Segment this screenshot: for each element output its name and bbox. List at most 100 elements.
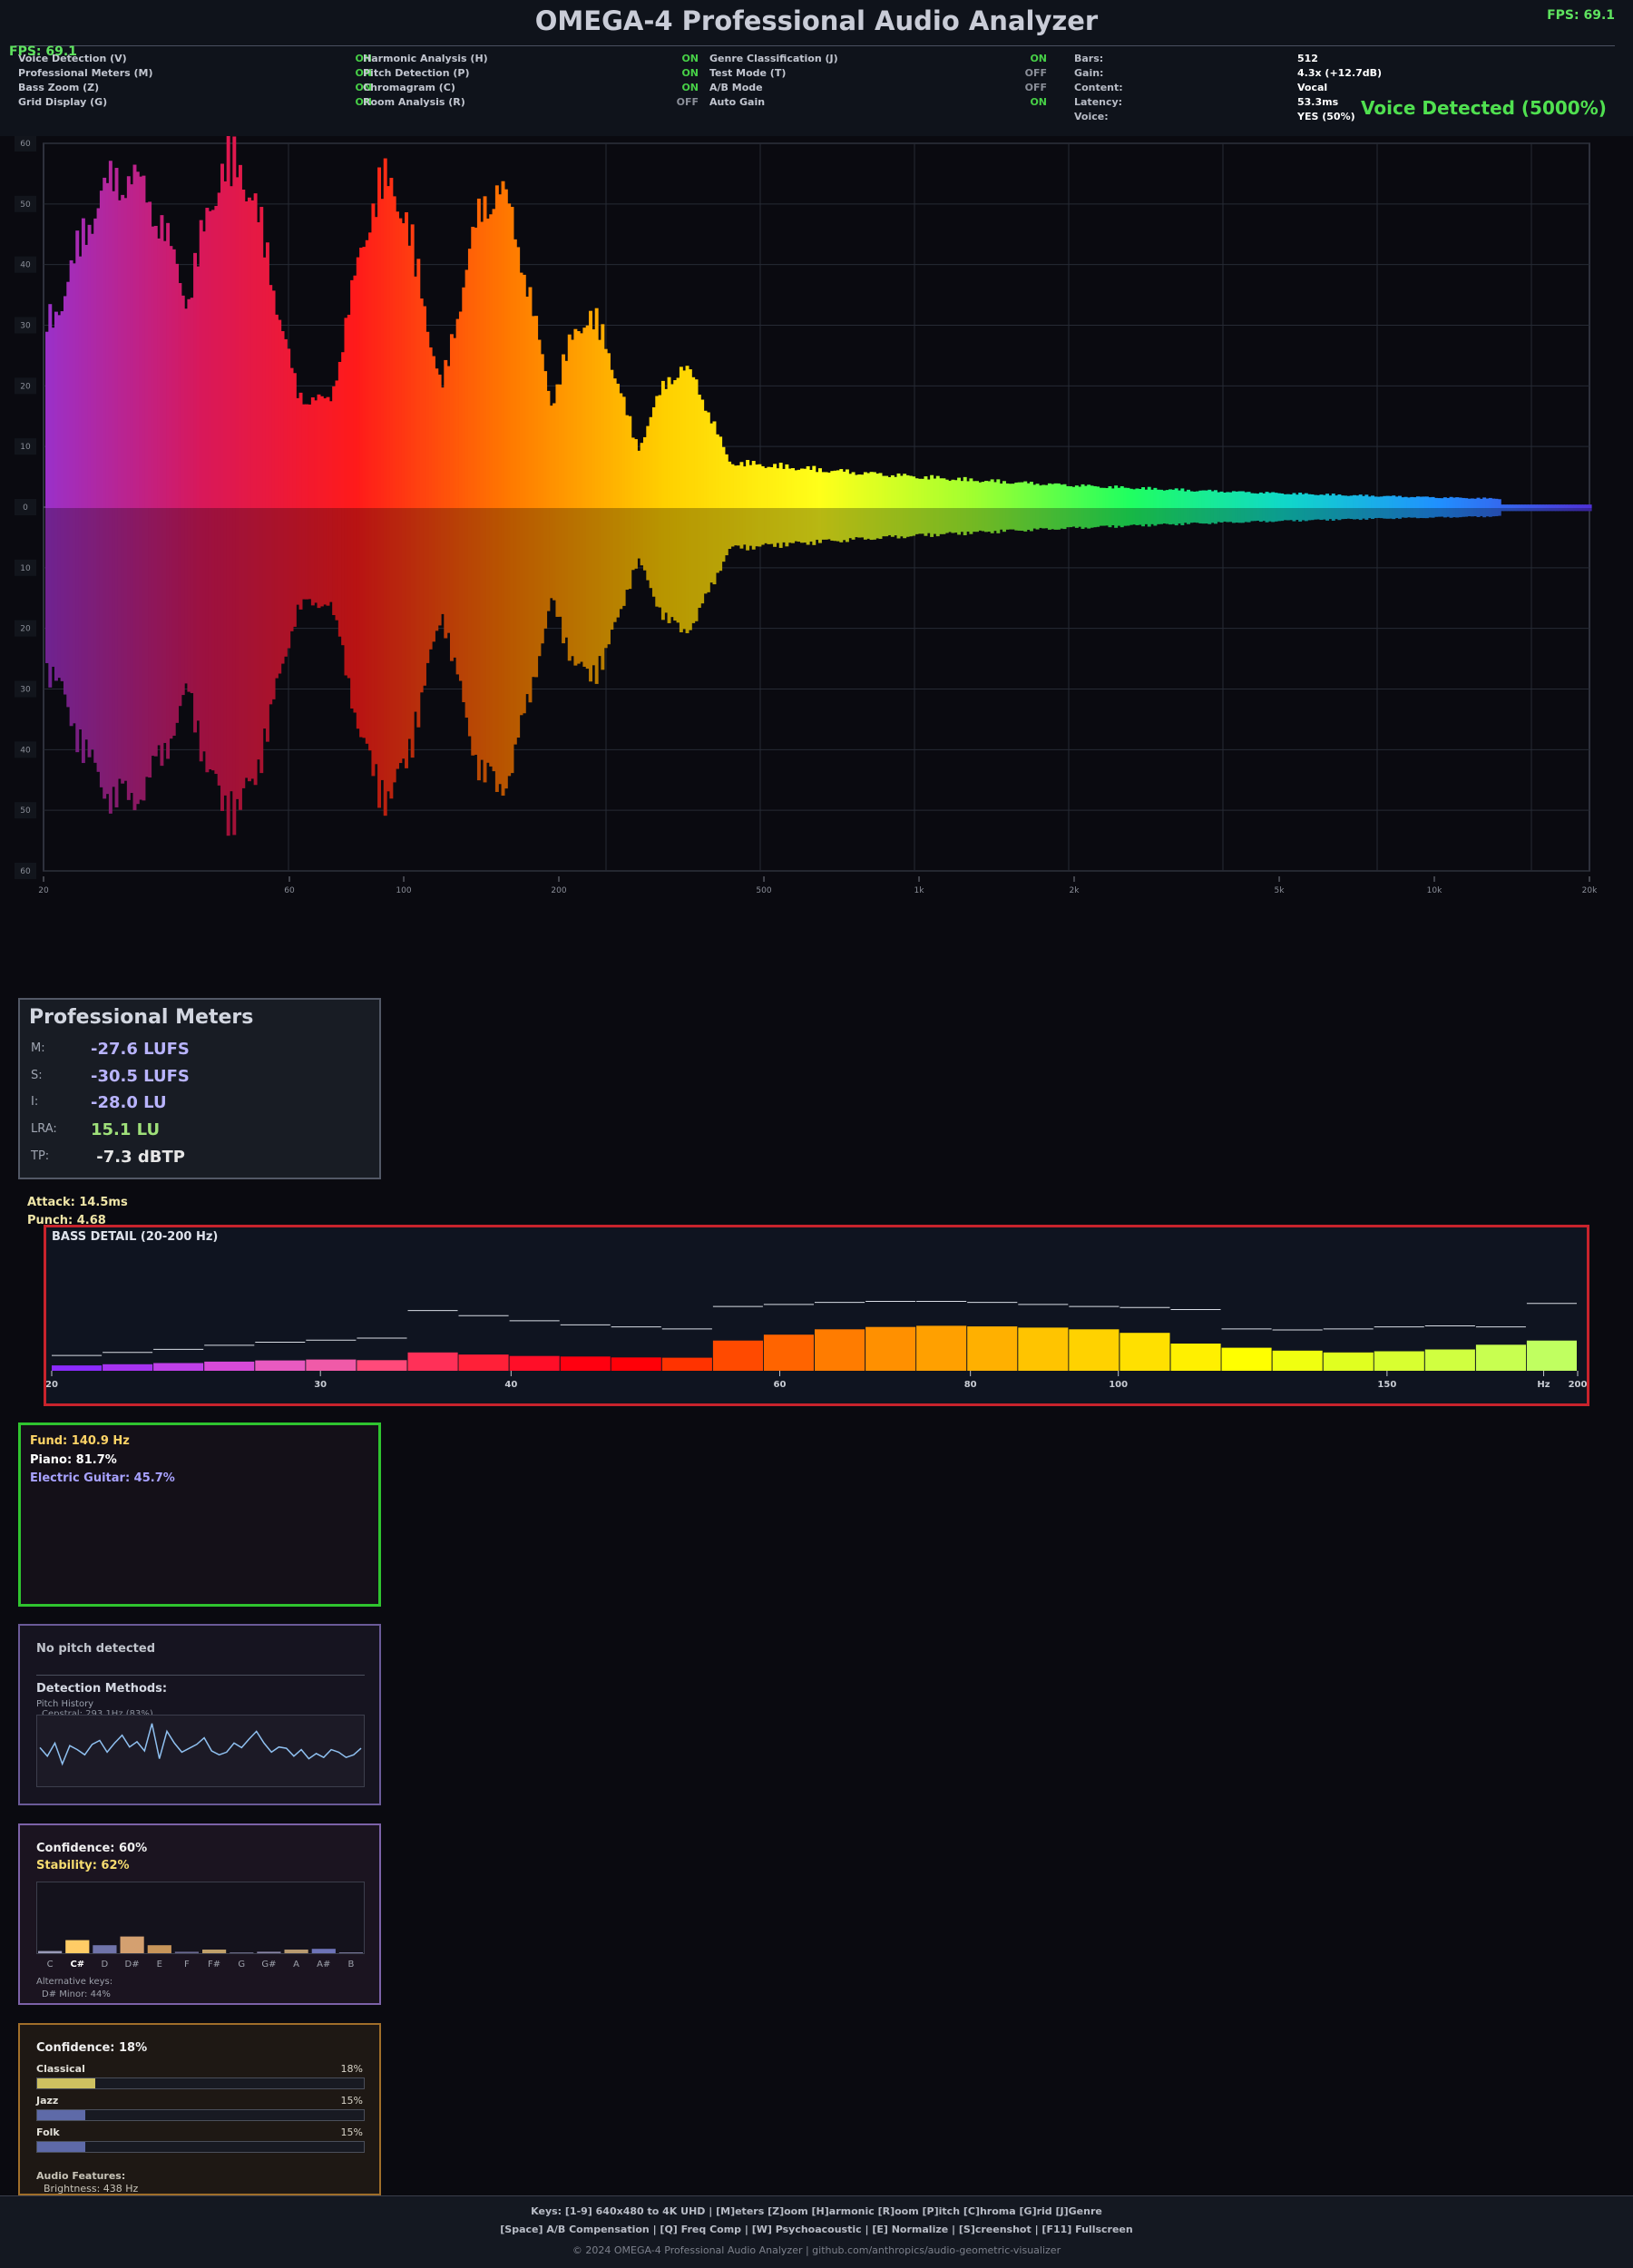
spectrum-bar-lower [1588,508,1592,512]
genre-name: Classical [36,2063,85,2075]
genre-bar-fill [37,2110,86,2120]
meter-label-lra: LRA: [31,1122,57,1136]
bass-freq-label: 60 [774,1380,787,1390]
toggle-state: ON [681,67,699,79]
toggle-label: Harmonic Analysis (H) [363,53,488,64]
toggle-harmonic-analysis[interactable]: Harmonic Analysis (H) ON [363,52,699,66]
meter-value-integrated: -28.0 LU [91,1093,167,1112]
chroma-note-label: D# [125,1960,140,1970]
bass-bar [1221,1347,1272,1371]
toggle-bass-zoom[interactable]: Bass Zoom (Z) ON [18,81,372,95]
harmonic-analysis-panel: Fund: 140.9 Hz Piano: 81.7% Electric Gui… [18,1422,381,1607]
meter-label-short-term: S: [31,1069,43,1082]
bass-freq-label: 20 [46,1380,58,1390]
info-bars: Bars: 512 [1074,52,1364,66]
info-key: Gain: [1074,67,1104,79]
copyright: © 2024 OMEGA-4 Professional Audio Analyz… [572,2244,1061,2256]
info-key: Voice: [1074,111,1109,122]
pitch-detection-panel: No pitch detected Detection Methods: Cep… [18,1624,381,1805]
toggle-state: ON [1030,53,1047,64]
freq-tick-label: 20k [1582,886,1598,895]
chroma-note-label: C# [70,1960,84,1970]
bass-bar [1526,1340,1577,1371]
toggle-grid-display[interactable]: Grid Display (G) ON [18,95,372,110]
info-key: Latency: [1074,96,1123,108]
genre-name: Jazz [36,2095,59,2107]
meters-title: Professional Meters [29,1006,254,1029]
bass-detail-panel: 20 30 40 60 80 100 150 Hz 200 BASS DETAIL (20-20… [44,1225,1589,1406]
genre-bar-track [36,2109,365,2121]
toggle-test-mode[interactable]: Test Mode (T) OFF [709,66,1054,81]
meter-label-integrated: I: [31,1095,39,1109]
bass-bar [204,1361,255,1371]
footer-bar: Keys: [1-9] 640x480 to 4K UHD | [M]eters… [0,2195,1633,2268]
info-value: Vocal [1297,82,1328,93]
chroma-chart: C C# D D# E F F# G G# A A# B [36,1882,365,1970]
instrument-match: Piano: 81.7% [30,1453,117,1467]
bass-bar [1170,1344,1221,1371]
chroma-bar [174,1951,199,1953]
genre-percent: 15% [340,2126,363,2138]
db-tick-label: 10 [20,443,31,452]
freq-tick-label: 1k [914,886,925,895]
detection-methods-label: Detection Methods: [36,1682,168,1696]
toggle-professional-meters[interactable]: Professional Meters (M) ON [18,66,372,81]
freq-tick-label: 10k [1427,886,1442,895]
bass-bar [611,1357,661,1371]
freq-tick-label: 100 [396,886,411,895]
chroma-bar [230,1952,254,1953]
bass-freq-label: 200 [1569,1380,1587,1390]
chroma-bar [65,1940,90,1953]
bass-bar [1069,1329,1120,1371]
fps-counter-overlay: FPS: 69.1 [9,44,77,59]
info-key: Bars: [1074,53,1104,64]
toggle-room-analysis[interactable]: Room Analysis (R) OFF [363,95,699,110]
chroma-bar [38,1950,63,1953]
toggle-label: Pitch Detection (P) [363,67,470,79]
toggle-state: ON [681,82,699,93]
toggle-label: Genre Classification (J) [709,53,838,64]
toggle-ab-mode[interactable]: A/B Mode OFF [709,81,1054,95]
chroma-bar [147,1945,171,1953]
bass-bar [1424,1349,1475,1371]
chroma-bar [202,1950,227,1953]
genre-percent: 15% [340,2095,363,2107]
meter-value-true-peak: -7.3 dBTP [91,1148,185,1167]
db-tick-label: 60 [20,867,31,876]
bass-bar [815,1329,865,1371]
toggle-chromagram[interactable]: Chromagram (C) ON [363,81,699,95]
key-confidence: Confidence: 60% [36,1842,148,1855]
spectrum-bar-upper [1588,504,1592,508]
freq-tick-label: 200 [551,886,566,895]
db-tick-label: 0 [23,503,28,513]
chroma-note-label: B [347,1960,354,1970]
db-tick-label: 30 [20,686,31,695]
toggle-auto-gain[interactable]: Auto Gain ON [709,95,1054,110]
bass-bar [967,1326,1018,1371]
toggle-pitch-detection[interactable]: Pitch Detection (P) ON [363,66,699,81]
db-tick-label: 20 [20,382,31,391]
bass-bar [661,1357,712,1371]
genre-confidence: Confidence: 18% [36,2041,148,2055]
chroma-note-label: D [102,1960,109,1970]
info-value: YES (50%) [1297,111,1355,122]
chroma-note-label: G [238,1960,245,1970]
meter-label-momentary: M: [31,1041,45,1055]
toggle-label: Chromagram (C) [363,82,455,93]
db-tick-label: 20 [20,625,31,634]
chroma-bar [284,1950,308,1953]
bass-bar [1323,1352,1374,1371]
genre-name: Folk [36,2126,60,2138]
toggle-genre-classification[interactable]: Genre Classification (J) ON [709,52,1054,66]
audio-features-label: Audio Features: [36,2170,126,2182]
bass-bar [1272,1350,1323,1371]
app-title: OMEGA-4 Professional Audio Analyzer [534,5,1099,36]
toggle-state: ON [1030,96,1047,108]
db-tick-label: 10 [20,564,31,573]
genre-percent: 18% [340,2063,363,2075]
header-divider [15,45,1615,46]
bass-bar [1475,1344,1526,1371]
pitch-history-graph [36,1715,365,1787]
db-tick-label: 30 [20,322,31,331]
genre-bar-fill [37,2078,95,2088]
